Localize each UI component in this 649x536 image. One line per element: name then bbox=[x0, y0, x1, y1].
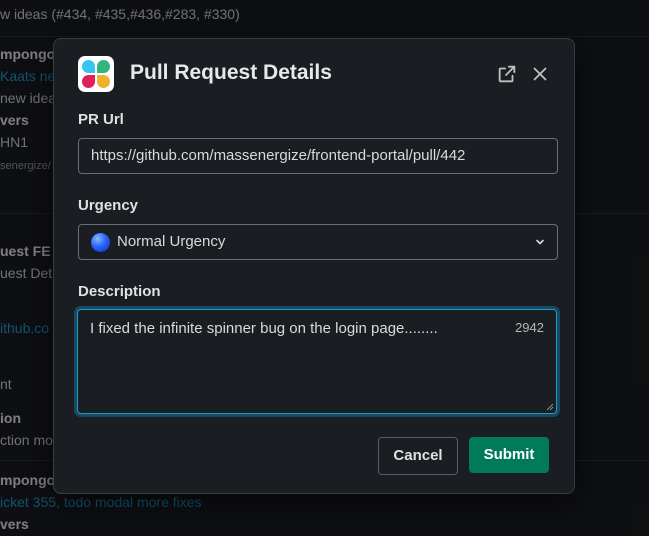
blue-circle-icon bbox=[91, 233, 110, 252]
app-logo bbox=[78, 56, 114, 92]
pr-url-input[interactable]: https://github.com/massenergize/frontend… bbox=[78, 138, 558, 174]
pull-request-modal: Pull Request Details PR Url https://gith… bbox=[53, 38, 575, 494]
description-label: Description bbox=[78, 283, 161, 300]
cancel-button[interactable]: Cancel bbox=[378, 437, 458, 475]
chevron-down-icon bbox=[536, 239, 544, 245]
close-icon[interactable] bbox=[529, 63, 551, 85]
urgency-select[interactable]: Normal Urgency bbox=[78, 224, 558, 260]
urgency-selected-value: Normal Urgency bbox=[117, 233, 226, 250]
open-in-new-window-icon[interactable] bbox=[496, 63, 518, 85]
resize-handle-icon[interactable] bbox=[546, 403, 554, 411]
character-count: 2942 bbox=[515, 320, 544, 335]
modal-title: Pull Request Details bbox=[130, 61, 332, 84]
pr-url-label: PR Url bbox=[78, 111, 124, 128]
description-textarea[interactable]: I fixed the infinite spinner bug on the … bbox=[77, 309, 557, 414]
urgency-label: Urgency bbox=[78, 197, 139, 214]
submit-button[interactable]: Submit bbox=[469, 437, 549, 473]
description-text: I fixed the infinite spinner bug on the … bbox=[90, 320, 438, 337]
